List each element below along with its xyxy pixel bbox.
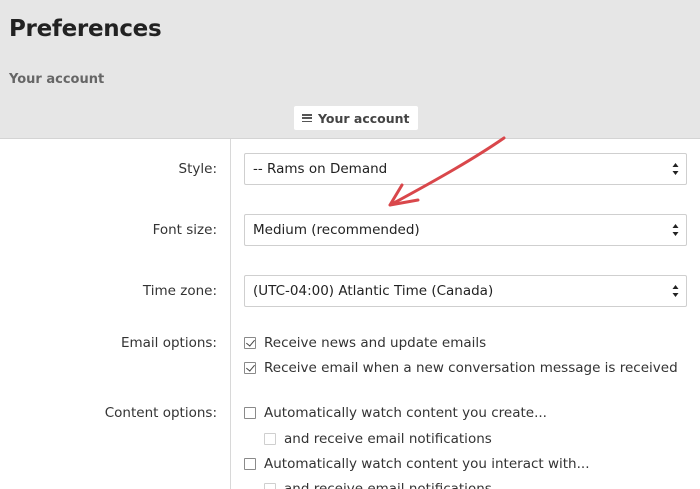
select-arrows-icon	[672, 163, 679, 175]
content-option-watch-interacted-label: Automatically watch content you interact…	[264, 456, 590, 472]
conversation-checkbox[interactable]	[244, 362, 256, 374]
content-option-created-email[interactable]: and receive email notifications	[264, 431, 492, 447]
your-account-menu-label: Your account	[318, 110, 410, 126]
page-header: Preferences Your account Your account	[0, 0, 700, 139]
watch-created-checkbox[interactable]	[244, 407, 256, 419]
style-label: Style:	[178, 161, 217, 177]
annotation-arrow	[388, 136, 506, 207]
email-options-label: Email options:	[120, 335, 217, 351]
news-checkbox[interactable]	[244, 337, 256, 349]
time-zone-select-value: (UTC-04:00) Atlantic Time (Canada)	[253, 283, 494, 299]
style-select-value: -- Rams on Demand	[253, 161, 388, 177]
form-divider	[230, 139, 231, 489]
email-option-news[interactable]: Receive news and update emails	[244, 335, 486, 351]
content-options-label: Content options:	[104, 405, 217, 421]
breadcrumb[interactable]: Your account	[9, 72, 104, 87]
font-size-label: Font size:	[152, 222, 217, 238]
font-size-select-value: Medium (recommended)	[253, 222, 420, 238]
interacted-email-checkbox[interactable]	[264, 483, 276, 489]
time-zone-select[interactable]: (UTC-04:00) Atlantic Time (Canada)	[244, 275, 687, 307]
created-email-checkbox[interactable]	[264, 433, 276, 445]
content-option-watch-interacted[interactable]: Automatically watch content you interact…	[244, 456, 590, 472]
content-option-created-email-label: and receive email notifications	[284, 431, 492, 447]
content-option-watch-created[interactable]: Automatically watch content you create..…	[244, 405, 547, 421]
font-size-select[interactable]: Medium (recommended)	[244, 214, 687, 246]
content-option-interacted-email-label: and receive email notifications	[284, 481, 492, 489]
time-zone-label: Time zone:	[142, 283, 217, 299]
hamburger-icon	[302, 114, 312, 122]
your-account-menu-button[interactable]: Your account	[294, 106, 418, 130]
page-title: Preferences	[9, 16, 162, 42]
content-option-watch-created-label: Automatically watch content you create..…	[264, 405, 547, 421]
email-option-conversation[interactable]: Receive email when a new conversation me…	[244, 360, 678, 376]
select-arrows-icon	[672, 224, 679, 236]
select-arrows-icon	[672, 285, 679, 297]
email-option-news-label: Receive news and update emails	[264, 335, 487, 351]
email-option-conversation-label: Receive email when a new conversation me…	[264, 360, 678, 376]
watch-interacted-checkbox[interactable]	[244, 458, 256, 470]
content-option-interacted-email[interactable]: and receive email notifications	[264, 481, 492, 489]
